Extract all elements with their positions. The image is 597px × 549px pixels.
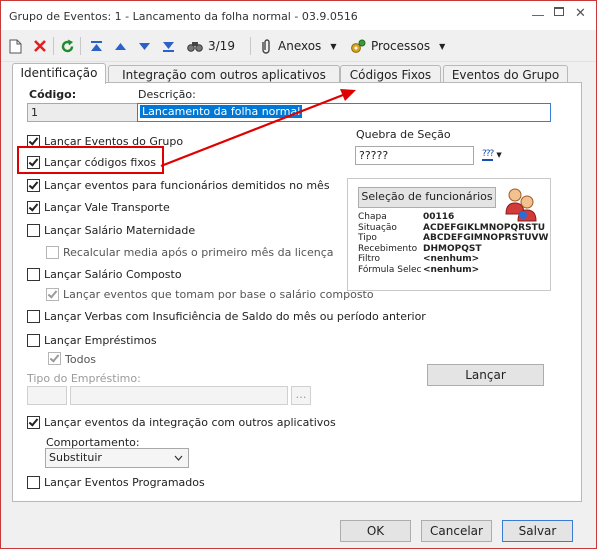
tab-identificacao[interactable]: Identificação	[12, 63, 106, 84]
dialog-window: Grupo de Eventos: 1 - Lancamento da folh…	[0, 0, 597, 549]
